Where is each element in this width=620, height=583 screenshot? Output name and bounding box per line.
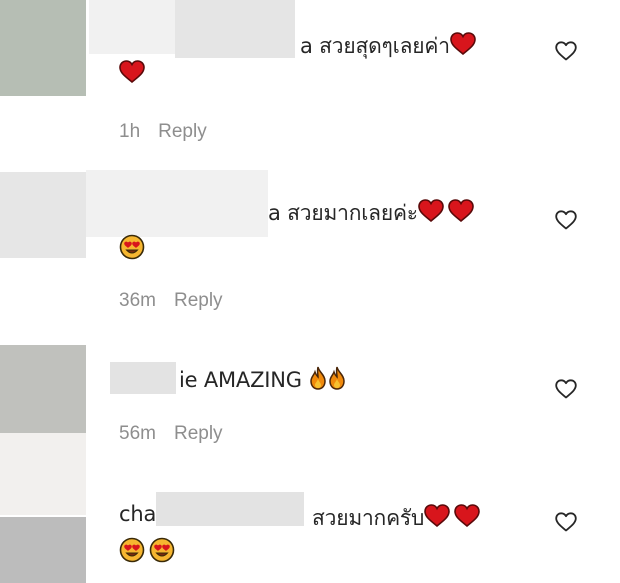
comment-username-prefix[interactable]: cha xyxy=(119,502,156,526)
avatar[interactable] xyxy=(0,517,86,583)
comment-body: สวยมากครับ xyxy=(312,506,425,530)
comment-text-continued xyxy=(119,60,145,86)
heart-outline-icon[interactable] xyxy=(553,376,579,402)
comment-meta: 1h Reply xyxy=(119,121,207,143)
comment-text-continued xyxy=(119,234,145,261)
redacted-username xyxy=(89,0,175,54)
comment-username: cha xyxy=(119,502,157,526)
heart-eyes-emoji xyxy=(119,537,145,563)
comment-meta: 56m Reply xyxy=(119,423,223,445)
heart-emoji xyxy=(448,199,474,223)
comment-body: a สวยมากเลยค่ะ xyxy=(268,201,418,225)
heart-emoji xyxy=(450,32,476,56)
heart-emoji xyxy=(418,199,444,223)
comment-timestamp: 1h xyxy=(119,121,141,142)
heart-outline-icon[interactable] xyxy=(553,38,579,64)
avatar xyxy=(0,433,86,515)
comment-text-continued xyxy=(119,537,175,564)
comment-meta: 36m Reply xyxy=(119,290,223,312)
redacted-username xyxy=(156,492,304,526)
comment-timestamp: 56m xyxy=(119,423,156,444)
reply-button[interactable]: Reply xyxy=(174,290,223,311)
comment-timestamp: 36m xyxy=(119,290,156,311)
heart-eyes-emoji xyxy=(119,234,145,260)
heart-outline-icon[interactable] xyxy=(553,207,579,233)
heart-emoji xyxy=(424,504,450,528)
heart-emoji xyxy=(454,504,480,528)
comment-body: ie AMAZING xyxy=(179,368,302,392)
comment-text: ie AMAZING xyxy=(179,366,345,392)
reply-button[interactable]: Reply xyxy=(158,121,207,142)
comment-text: สวยมากครับ xyxy=(312,502,480,535)
redacted-username xyxy=(86,170,268,237)
avatar[interactable] xyxy=(0,345,86,433)
avatar[interactable] xyxy=(0,172,86,258)
heart-eyes-emoji xyxy=(149,537,175,563)
heart-outline-icon[interactable] xyxy=(553,509,579,535)
reply-button[interactable]: Reply xyxy=(174,423,223,444)
fire-emoji xyxy=(329,366,345,390)
redacted-username xyxy=(175,0,295,58)
comment-text: a สวยสุดๆเลยค่า xyxy=(300,30,476,63)
redacted-username xyxy=(110,362,176,394)
avatar[interactable] xyxy=(0,0,86,96)
heart-emoji xyxy=(119,60,145,84)
fire-emoji xyxy=(310,366,326,390)
comment-text: a สวยมากเลยค่ะ xyxy=(268,197,474,230)
comment-body: a สวยสุดๆเลยค่า xyxy=(300,34,450,58)
